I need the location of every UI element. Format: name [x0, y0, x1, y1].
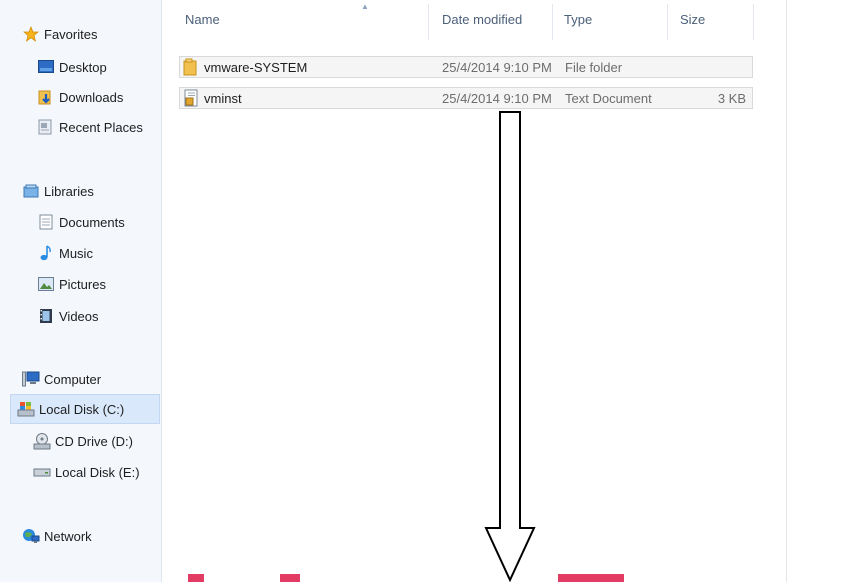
nav-cd-drive-d-label: CD Drive (D:) — [55, 433, 133, 449]
music-note-icon — [37, 244, 55, 262]
nav-local-disk-e-label: Local Disk (E:) — [55, 464, 140, 480]
file-name: vmware-SYSTEM — [204, 60, 308, 75]
red-mark — [558, 574, 624, 582]
system-drive-icon — [17, 400, 35, 418]
cd-drive-icon — [33, 432, 51, 450]
column-header-type[interactable]: Type — [564, 12, 592, 27]
recent-places-icon — [37, 118, 55, 136]
hard-drive-icon — [33, 463, 51, 481]
network-icon — [22, 527, 40, 545]
computer-icon — [22, 370, 40, 388]
text-document-icon — [183, 89, 199, 110]
scrollbar-track-edge — [786, 0, 787, 582]
nav-favorites[interactable]: Favorites — [22, 23, 97, 45]
nav-music-label: Music — [59, 245, 93, 261]
pictures-icon — [37, 275, 55, 293]
nav-local-disk-e[interactable]: Local Disk (E:) — [33, 461, 140, 483]
column-divider[interactable] — [428, 4, 429, 40]
column-divider[interactable] — [753, 4, 754, 40]
videos-icon — [37, 307, 55, 325]
nav-libraries-label: Libraries — [44, 183, 94, 199]
red-mark — [280, 574, 300, 582]
nav-cd-drive-d[interactable]: CD Drive (D:) — [33, 430, 133, 452]
file-size: 3 KB — [717, 91, 746, 106]
file-date-modified: 25/4/2014 9:10 PM — [442, 60, 552, 75]
file-date-modified: 25/4/2014 9:10 PM — [442, 91, 552, 106]
nav-pictures-label: Pictures — [59, 276, 106, 292]
column-divider[interactable] — [552, 4, 553, 40]
nav-local-disk-c-label: Local Disk (C:) — [39, 401, 125, 417]
file-type: File folder — [565, 60, 623, 75]
nav-computer-label: Computer — [44, 371, 102, 387]
nav-recent-places-label: Recent Places — [59, 119, 143, 135]
documents-icon — [37, 213, 55, 231]
nav-favorites-label: Favorites — [44, 26, 98, 42]
nav-libraries[interactable]: Libraries — [22, 180, 94, 202]
nav-music[interactable]: Music — [37, 242, 93, 264]
bottom-cropped-marks — [160, 574, 844, 582]
down-arrow-annotation — [484, 111, 536, 582]
nav-network-label: Network — [44, 528, 92, 544]
folder-icon — [183, 58, 199, 79]
red-mark — [188, 574, 204, 582]
nav-documents-label: Documents — [59, 214, 125, 230]
file-row[interactable]: vminst 25/4/2014 9:10 PM Text Document 3… — [179, 87, 753, 109]
nav-pictures[interactable]: Pictures — [37, 273, 106, 295]
column-divider[interactable] — [667, 4, 668, 40]
downloads-folder-icon — [37, 88, 55, 106]
file-row[interactable]: vmware-SYSTEM 25/4/2014 9:10 PM File fol… — [179, 56, 753, 78]
nav-recent-places[interactable]: Recent Places — [37, 116, 143, 138]
nav-computer[interactable]: Computer — [22, 368, 101, 390]
nav-videos-label: Videos — [59, 308, 99, 324]
sort-ascending-icon: ▲ — [361, 2, 369, 11]
column-header-name[interactable]: Name — [185, 12, 220, 27]
libraries-icon — [22, 182, 40, 200]
nav-downloads-label: Downloads — [59, 89, 124, 105]
nav-desktop[interactable]: Desktop — [37, 56, 107, 78]
desktop-icon — [37, 58, 55, 76]
file-type: Text Document — [565, 91, 652, 106]
column-header-size[interactable]: Size — [680, 12, 705, 27]
file-name: vminst — [204, 91, 242, 106]
nav-network[interactable]: Network — [22, 525, 92, 547]
nav-downloads[interactable]: Downloads — [37, 86, 123, 108]
nav-desktop-label: Desktop — [59, 59, 107, 75]
column-header-date-modified[interactable]: Date modified — [442, 12, 522, 27]
navigation-pane: Favorites Desktop Downloads Recent Place… — [0, 0, 162, 582]
nav-videos[interactable]: Videos — [37, 305, 99, 327]
nav-local-disk-c[interactable]: Local Disk (C:) — [10, 394, 160, 424]
star-icon — [22, 25, 40, 43]
nav-documents[interactable]: Documents — [37, 211, 125, 233]
